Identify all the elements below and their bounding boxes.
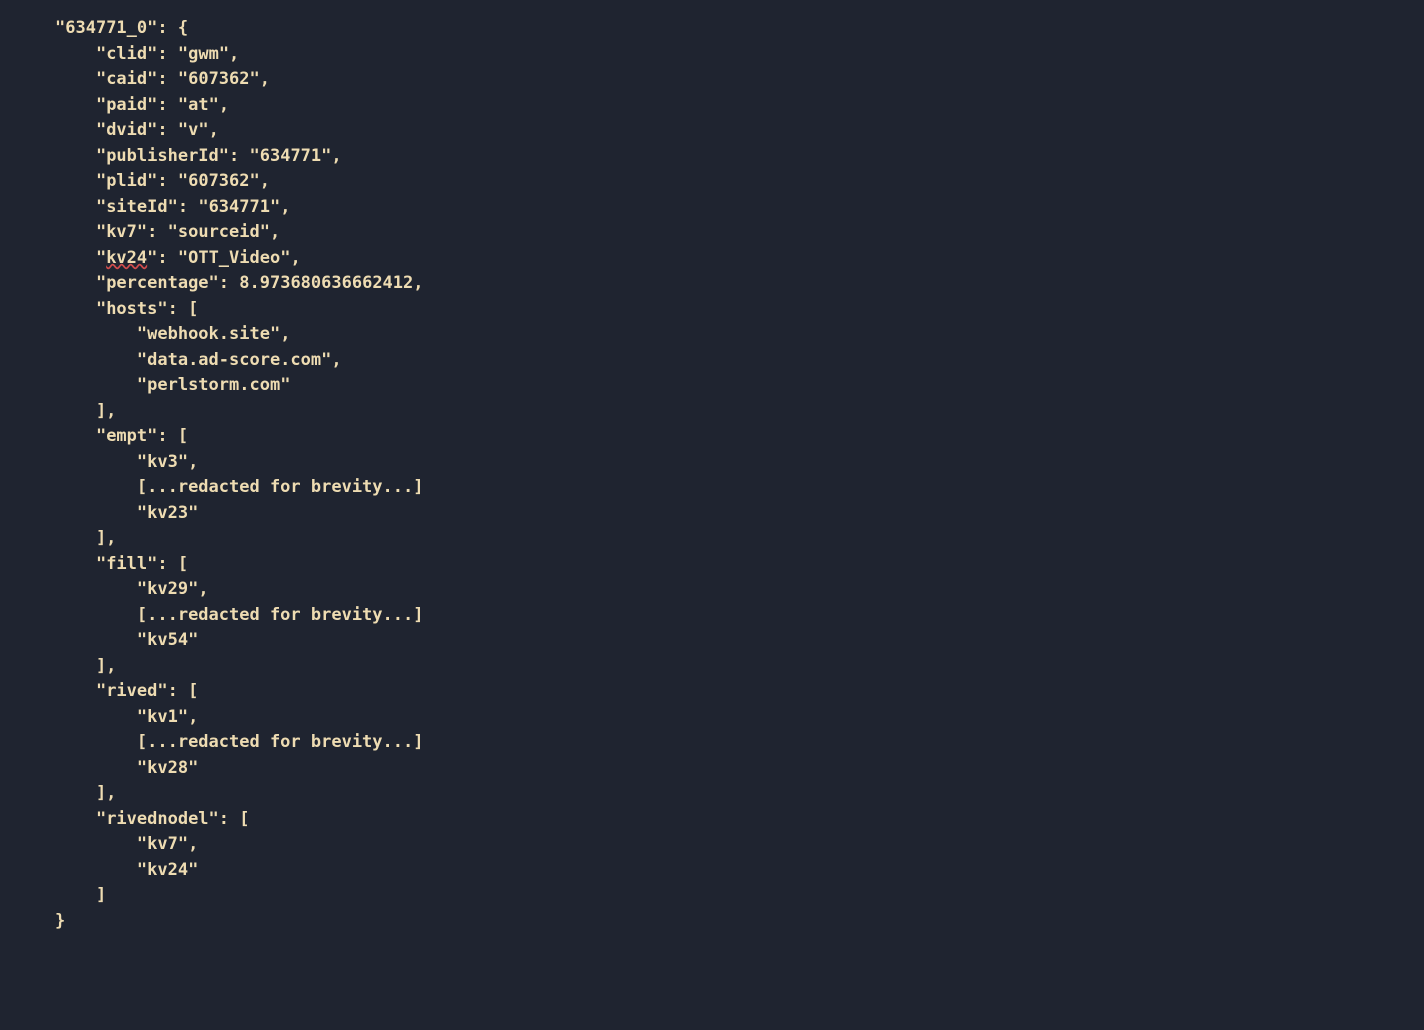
line: "kv23" [55,503,198,523]
line: "kv28" [55,758,198,778]
line: "publisherId": "634771", [55,146,342,166]
line: ], [55,528,116,548]
line: "kv24": "OTT_Video", [55,248,301,268]
line: ], [55,783,116,803]
line: "634771_0": { [55,18,188,38]
line: "empt": [ [55,426,188,446]
line: "clid": "gwm", [55,44,239,64]
line: "paid": "at", [55,95,229,115]
line: "siteId": "634771", [55,197,290,217]
line: ], [55,401,116,421]
line: "rived": [ [55,681,198,701]
line: "fill": [ [55,554,188,574]
line: "percentage": 8.973680636662412, [55,273,424,293]
line: [...redacted for brevity...] [55,605,423,625]
line: "kv7", [55,834,198,854]
line: "dvid": "v", [55,120,219,140]
line: "kv7": "sourceid", [55,222,280,242]
line: "perlstorm.com" [55,375,290,395]
code-block: "634771_0": { "clid": "gwm", "caid": "60… [0,0,1424,934]
line: "hosts": [ [55,299,198,319]
line: "kv3", [55,452,198,472]
line: ] [55,885,106,905]
line: "plid": "607362", [55,171,270,191]
line: "webhook.site", [55,324,290,344]
line: } [55,911,65,931]
line: "kv24" [55,860,198,880]
line: "rivednodel": [ [55,809,250,829]
line: "kv1", [55,707,198,727]
line: "kv54" [55,630,198,650]
spellcheck-underline: kv24 [106,248,147,268]
line: [...redacted for brevity...] [55,732,423,752]
line: "caid": "607362", [55,69,270,89]
line: ], [55,656,116,676]
line: [...redacted for brevity...] [55,477,423,497]
line: "data.ad-score.com", [55,350,342,370]
line: "kv29", [55,579,209,599]
